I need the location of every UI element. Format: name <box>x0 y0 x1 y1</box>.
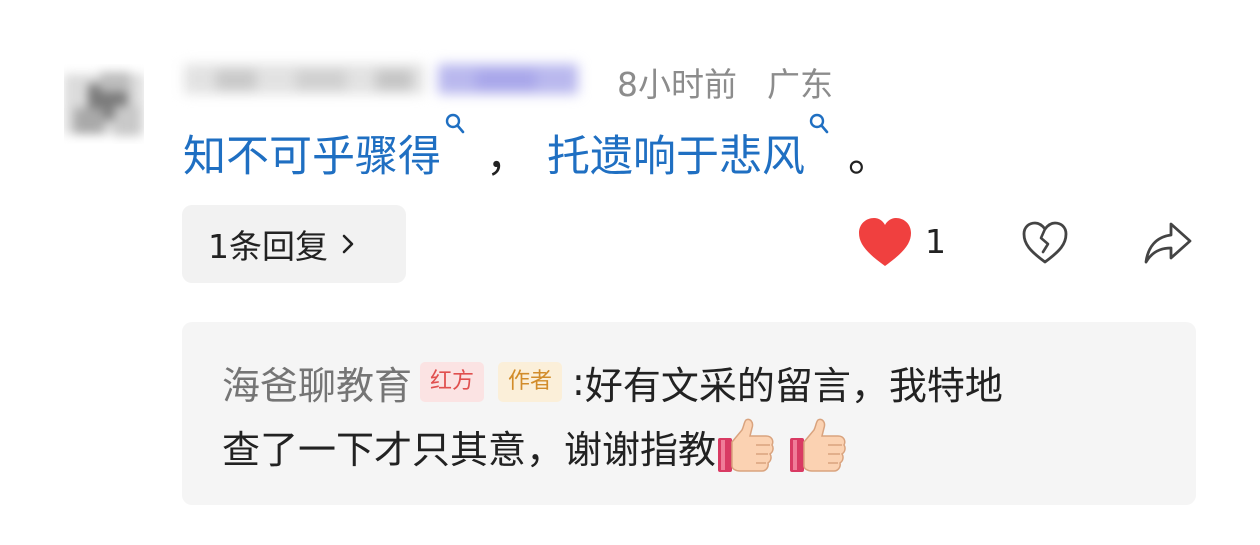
thumbs-up-emoji <box>718 418 774 472</box>
reply-text-line-2: 查了一下才只其意，谢谢指教 <box>222 427 717 472</box>
view-replies-button[interactable]: 1条回复 <box>182 205 406 283</box>
comment-location: 广东 <box>767 65 833 104</box>
like-heart-icon[interactable] <box>857 217 913 269</box>
author-reply-box[interactable] <box>182 322 1196 505</box>
search-keyword-link[interactable]: 知不可乎骤得 <box>183 113 466 184</box>
comment-separator: ， <box>486 132 529 182</box>
search-icon <box>445 113 465 134</box>
reply-count-label: 1条回复 <box>208 227 328 266</box>
keyword-label: 托遗响于悲风 <box>547 132 805 182</box>
comment-time: 8小时前 <box>617 65 737 104</box>
username-blurred[interactable] <box>176 52 616 110</box>
like-count: 1 <box>925 222 946 261</box>
comment-end-punct: 。 <box>848 132 891 182</box>
keyword-label: 知不可乎骤得 <box>183 132 441 182</box>
avatar[interactable] <box>64 64 144 144</box>
search-keyword-link[interactable]: 托遗响于悲风 <box>547 113 830 184</box>
chevron-right-icon <box>342 234 354 254</box>
author-badge: 作者 <box>498 362 563 402</box>
author-name[interactable]: 海爸聊教育 <box>222 355 412 410</box>
red-side-badge: 红方 <box>420 362 485 402</box>
thumbs-up-emoji <box>790 418 846 472</box>
share-icon[interactable] <box>1143 220 1193 266</box>
comment-text: 知不可乎骤得 ， 托遗响于悲风 。 <box>183 113 891 184</box>
author-reply-line-2: 查了一下才只其意，谢谢指教 <box>222 416 848 476</box>
dislike-broken-heart-icon[interactable] <box>1021 220 1069 266</box>
comment-meta: 8小时前 广东 <box>617 60 833 104</box>
author-reply-line-1: 海爸聊教育 红方 作者 : 好有文采的留言，我特地 <box>222 354 1003 410</box>
reply-text-line-1: 好有文采的留言，我特地 <box>584 363 1003 408</box>
reply-colon: : <box>572 360 585 404</box>
search-icon <box>809 113 829 134</box>
